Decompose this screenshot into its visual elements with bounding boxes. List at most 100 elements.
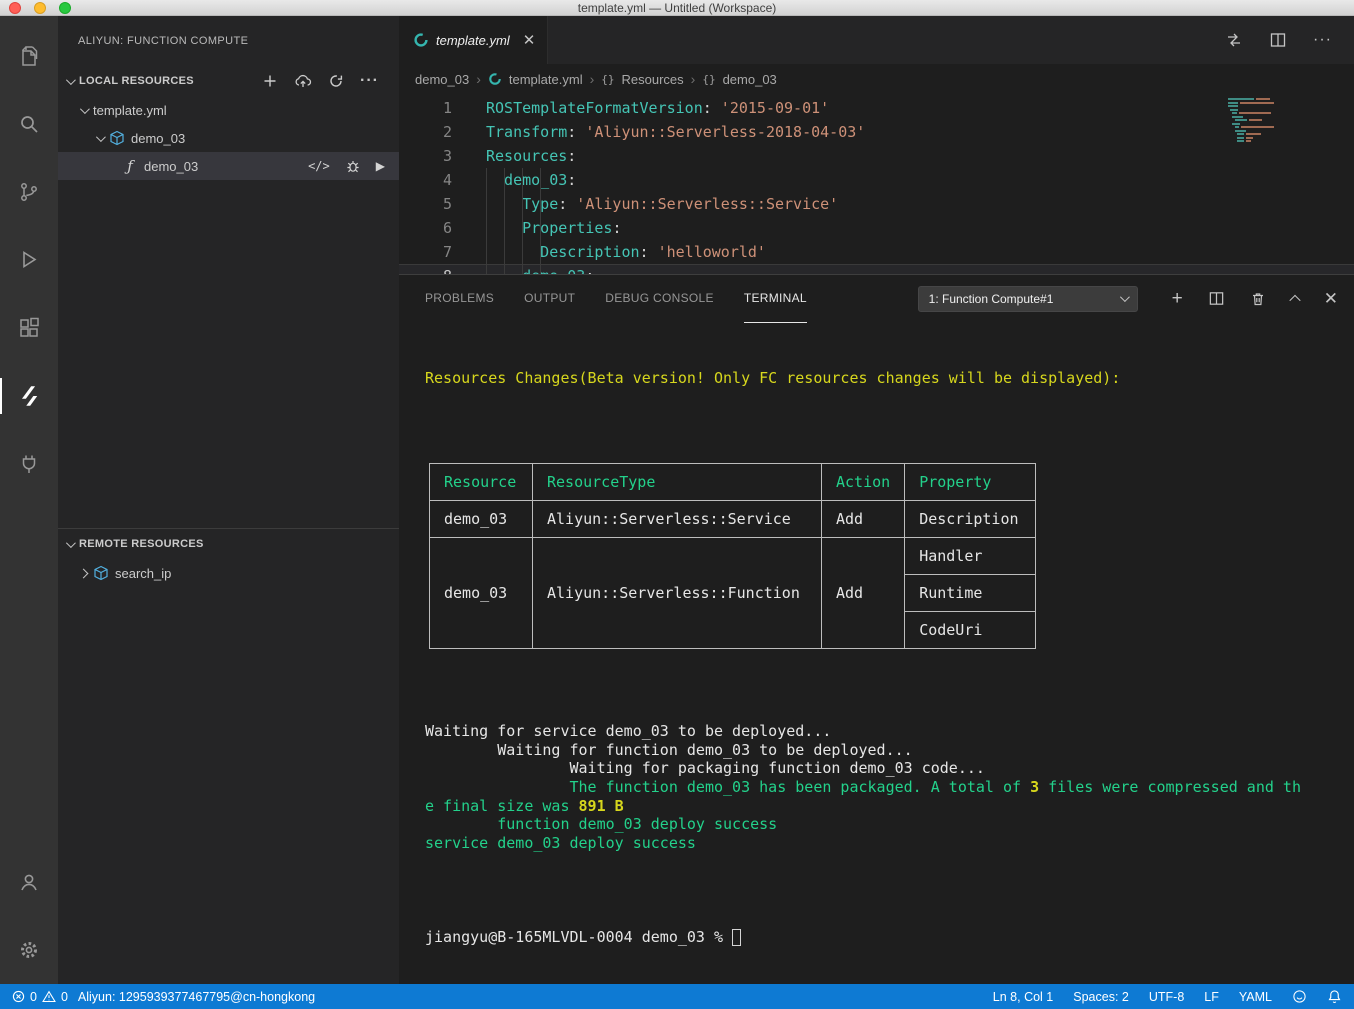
local-resources-header[interactable]: LOCAL RESOURCES (58, 66, 399, 96)
column-header: Property (905, 463, 1036, 500)
line-number: 8 (399, 264, 452, 274)
zoom-window-button[interactable] (59, 2, 71, 14)
line-content: ROSTemplateFormatVersion: '2015-09-01' (452, 96, 829, 120)
code-line[interactable]: 1ROSTemplateFormatVersion: '2015-09-01' (399, 96, 1354, 120)
customize-layout-icon[interactable] (1225, 31, 1243, 49)
tree-item-function-demo-03[interactable]: ƒ demo_03 </> ▶ (58, 152, 399, 180)
problems-status[interactable]: 0 0 (12, 990, 68, 1004)
line-number: 2 (399, 120, 452, 144)
line-number: 3 (399, 144, 452, 168)
close-panel-icon[interactable]: ✕ (1324, 290, 1338, 307)
error-count: 0 (30, 990, 37, 1004)
table-header-row: Resource ResourceType Action Property (430, 463, 1036, 500)
more-actions-icon[interactable]: ··· (360, 72, 379, 90)
object-symbol-icon: {} (702, 73, 715, 86)
bug-icon[interactable] (345, 158, 361, 174)
tab-close-icon[interactable]: ✕ (523, 31, 536, 49)
line-content: Transform: 'Aliyun::Serverless-2018-04-0… (452, 120, 865, 144)
terminal-line: The function demo_03 has been packaged. … (425, 778, 1340, 797)
split-editor-icon[interactable] (1269, 31, 1287, 49)
tree-item-actions: </> ▶ (308, 158, 399, 174)
run-icon[interactable]: ▶ (376, 159, 385, 173)
accounts-icon[interactable] (0, 848, 58, 916)
terminal[interactable]: Resources Changes(Beta version! Only FC … (399, 323, 1354, 984)
code-line[interactable]: 5 Type: 'Aliyun::Serverless::Service' (399, 192, 1354, 216)
chevron-down-icon (66, 75, 76, 85)
new-terminal-icon[interactable]: + (1172, 289, 1183, 308)
aliyun-fc-icon[interactable] (0, 362, 58, 430)
terminal-prompt[interactable]: jiangyu@B-165MLVDL-0004 demo_03 % (425, 928, 1340, 947)
cloud-upload-icon[interactable] (294, 73, 312, 89)
tab-output[interactable]: OUTPUT (524, 275, 575, 323)
activity-bar (0, 16, 58, 984)
line-number: 7 (399, 240, 452, 264)
tab-terminal[interactable]: TERMINAL (744, 275, 807, 323)
indentation-status[interactable]: Spaces: 2 (1073, 990, 1129, 1004)
extensions-icon[interactable] (0, 294, 58, 362)
tree-item-label: demo_03 (144, 159, 198, 174)
terminal-instance-label: 1: Function Compute#1 (929, 292, 1054, 306)
terminal-line: Waiting for function demo_03 to be deplo… (425, 741, 1340, 760)
code-icon[interactable]: </> (308, 159, 330, 173)
code-line[interactable]: 4 demo_03: (399, 168, 1354, 192)
minimap[interactable] (1226, 98, 1338, 144)
tree-item-search-ip[interactable]: search_ip (58, 559, 399, 587)
split-terminal-icon[interactable] (1208, 290, 1225, 307)
minimize-window-button[interactable] (34, 2, 46, 14)
local-resources-actions: ··· (262, 72, 391, 90)
terminal-line: function demo_03 deploy success (425, 815, 1340, 834)
tab-label: template.yml (436, 33, 510, 48)
search-icon[interactable] (0, 90, 58, 158)
maximize-panel-icon[interactable] (1289, 294, 1300, 305)
refresh-icon[interactable] (328, 73, 344, 89)
eol-status[interactable]: LF (1204, 990, 1219, 1004)
tree-item-label: demo_03 (131, 131, 185, 146)
code-line[interactable]: 7 Description: 'helloworld' (399, 240, 1354, 264)
terminal-intro-line: Resources Changes(Beta version! Only FC … (425, 369, 1340, 388)
indent-guide (486, 168, 487, 274)
add-icon[interactable] (262, 73, 278, 89)
close-window-button[interactable] (9, 2, 21, 14)
code-line[interactable]: 2Transform: 'Aliyun::Serverless-2018-04-… (399, 120, 1354, 144)
column-header: Resource (430, 463, 533, 500)
breadcrumb-item[interactable]: template.yml (509, 72, 583, 87)
chevron-down-icon (66, 538, 76, 548)
settings-gear-icon[interactable] (0, 916, 58, 984)
aliyun-account-status[interactable]: Aliyun: 1295939377467795@cn-hongkong (78, 990, 315, 1004)
function-icon: ƒ (122, 157, 138, 175)
tree-item-template-yml[interactable]: template.yml (58, 96, 399, 124)
prompt-text: jiangyu@B-165MLVDL-0004 demo_03 % (425, 928, 723, 947)
title-bar: template.yml — Untitled (Workspace) (0, 0, 1354, 16)
source-control-icon[interactable] (0, 158, 58, 226)
line-content: demo_03: (452, 168, 576, 192)
terminal-instance-select[interactable]: 1: Function Compute#1 (918, 286, 1138, 312)
language-mode[interactable]: YAML (1239, 990, 1272, 1004)
cell-resource: demo_03 (430, 537, 533, 648)
plugin-icon[interactable] (0, 430, 58, 498)
cursor-position[interactable]: Ln 8, Col 1 (993, 990, 1053, 1004)
kill-terminal-icon[interactable] (1250, 291, 1266, 307)
notifications-bell-icon[interactable] (1327, 989, 1342, 1004)
terminal-log: Waiting for service demo_03 to be deploy… (425, 722, 1340, 853)
sidebar-view-title: ALIYUN: FUNCTION COMPUTE (58, 16, 399, 66)
tree-item-service-demo-03[interactable]: demo_03 (58, 124, 399, 152)
tab-debug-console[interactable]: DEBUG CONSOLE (605, 275, 714, 323)
tab-problems[interactable]: PROBLEMS (425, 275, 494, 323)
breadcrumb-item[interactable]: demo_03 (415, 72, 469, 87)
explorer-icon[interactable] (0, 22, 58, 90)
terminal-cursor (732, 929, 741, 946)
terminal-line: Waiting for service demo_03 to be deploy… (425, 722, 1340, 741)
feedback-icon[interactable] (1292, 989, 1307, 1004)
code-editor[interactable]: 1ROSTemplateFormatVersion: '2015-09-01'2… (399, 94, 1354, 274)
code-line[interactable]: 6 Properties: (399, 216, 1354, 240)
encoding-status[interactable]: UTF-8 (1149, 990, 1184, 1004)
tab-template-yml[interactable]: template.yml ✕ (399, 16, 548, 64)
run-debug-icon[interactable] (0, 226, 58, 294)
code-line[interactable]: 8 demo_03: (399, 264, 1354, 274)
fc-file-icon (413, 32, 429, 48)
remote-resources-header[interactable]: REMOTE RESOURCES (58, 529, 399, 559)
breadcrumb-item[interactable]: demo_03 (723, 72, 777, 87)
more-actions-icon[interactable]: ··· (1313, 31, 1332, 49)
code-line[interactable]: 3Resources: (399, 144, 1354, 168)
breadcrumb-item[interactable]: Resources (622, 72, 684, 87)
